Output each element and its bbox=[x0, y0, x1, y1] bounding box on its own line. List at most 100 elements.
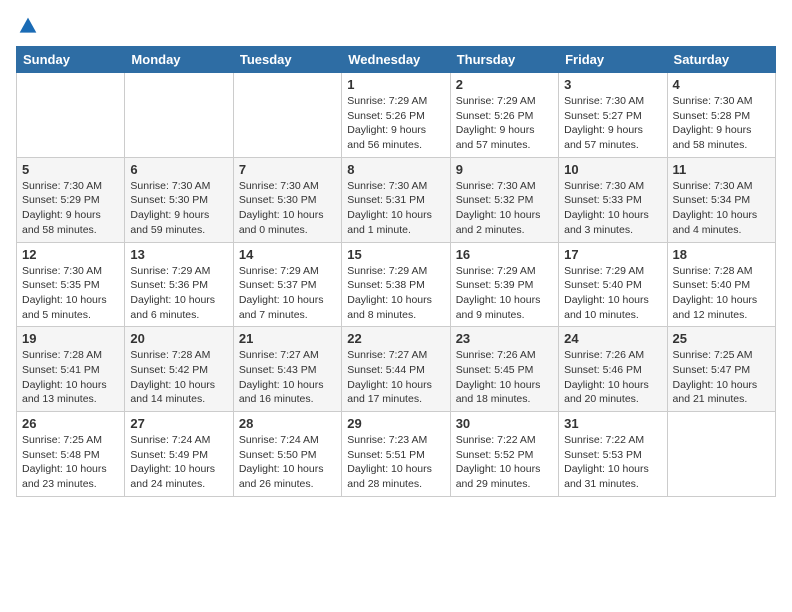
calendar-cell: 8 Sunrise: 7:30 AM Sunset: 5:31 PM Daylig… bbox=[342, 157, 450, 242]
calendar-cell: 19 Sunrise: 7:28 AM Sunset: 5:41 PM Dayli… bbox=[17, 327, 125, 412]
day-number: 20 bbox=[130, 331, 227, 346]
day-info: Sunrise: 7:29 AM Sunset: 5:39 PM Dayligh… bbox=[456, 264, 553, 323]
day-number: 15 bbox=[347, 247, 444, 262]
day-number: 13 bbox=[130, 247, 227, 262]
weekday-header-row: SundayMondayTuesdayWednesdayThursdayFrid… bbox=[17, 47, 776, 73]
day-info: Sunrise: 7:30 AM Sunset: 5:27 PM Dayligh… bbox=[564, 94, 661, 153]
day-info: Sunrise: 7:29 AM Sunset: 5:36 PM Dayligh… bbox=[130, 264, 227, 323]
day-info: Sunrise: 7:27 AM Sunset: 5:43 PM Dayligh… bbox=[239, 348, 336, 407]
calendar-cell: 23 Sunrise: 7:26 AM Sunset: 5:45 PM Dayli… bbox=[450, 327, 558, 412]
day-info: Sunrise: 7:28 AM Sunset: 5:40 PM Dayligh… bbox=[673, 264, 770, 323]
day-info: Sunrise: 7:26 AM Sunset: 5:45 PM Dayligh… bbox=[456, 348, 553, 407]
day-number: 19 bbox=[22, 331, 119, 346]
day-info: Sunrise: 7:29 AM Sunset: 5:38 PM Dayligh… bbox=[347, 264, 444, 323]
calendar-cell: 18Sunrise: 7:28 AM Sunset: 5:40 PM Dayli… bbox=[667, 242, 775, 327]
day-number: 12 bbox=[22, 247, 119, 262]
day-info: Sunrise: 7:29 AM Sunset: 5:40 PM Dayligh… bbox=[564, 264, 661, 323]
calendar-cell: 16 Sunrise: 7:29 AM Sunset: 5:39 PM Dayli… bbox=[450, 242, 558, 327]
calendar-cell: 20 Sunrise: 7:28 AM Sunset: 5:42 PM Dayli… bbox=[125, 327, 233, 412]
week-row-2: 12 Sunrise: 7:30 AM Sunset: 5:35 PM Dayli… bbox=[17, 242, 776, 327]
calendar-cell: 10 Sunrise: 7:30 AM Sunset: 5:33 PM Dayli… bbox=[559, 157, 667, 242]
weekday-monday: Monday bbox=[125, 47, 233, 73]
day-number: 1 bbox=[347, 77, 444, 92]
day-info: Sunrise: 7:22 AM Sunset: 5:52 PM Dayligh… bbox=[456, 433, 553, 492]
day-info: Sunrise: 7:23 AM Sunset: 5:51 PM Dayligh… bbox=[347, 433, 444, 492]
day-info: Sunrise: 7:29 AM Sunset: 5:37 PM Dayligh… bbox=[239, 264, 336, 323]
day-number: 30 bbox=[456, 416, 553, 431]
calendar-cell: 3 Sunrise: 7:30 AM Sunset: 5:27 PM Daylig… bbox=[559, 73, 667, 158]
day-info: Sunrise: 7:26 AM Sunset: 5:46 PM Dayligh… bbox=[564, 348, 661, 407]
day-number: 7 bbox=[239, 162, 336, 177]
weekday-friday: Friday bbox=[559, 47, 667, 73]
day-number: 14 bbox=[239, 247, 336, 262]
calendar-cell: 5 Sunrise: 7:30 AM Sunset: 5:29 PM Daylig… bbox=[17, 157, 125, 242]
day-info: Sunrise: 7:25 AM Sunset: 5:47 PM Dayligh… bbox=[673, 348, 770, 407]
weekday-tuesday: Tuesday bbox=[233, 47, 341, 73]
day-info: Sunrise: 7:30 AM Sunset: 5:35 PM Dayligh… bbox=[22, 264, 119, 323]
day-number: 4 bbox=[673, 77, 770, 92]
calendar-cell: 22Sunrise: 7:27 AM Sunset: 5:44 PM Dayli… bbox=[342, 327, 450, 412]
calendar-cell: 29 Sunrise: 7:23 AM Sunset: 5:51 PM Dayli… bbox=[342, 412, 450, 497]
logo-icon bbox=[18, 16, 38, 36]
calendar-cell: 25 Sunrise: 7:25 AM Sunset: 5:47 PM Dayli… bbox=[667, 327, 775, 412]
day-info: Sunrise: 7:30 AM Sunset: 5:34 PM Dayligh… bbox=[673, 179, 770, 238]
day-number: 24 bbox=[564, 331, 661, 346]
day-info: Sunrise: 7:30 AM Sunset: 5:29 PM Dayligh… bbox=[22, 179, 119, 238]
day-info: Sunrise: 7:30 AM Sunset: 5:33 PM Dayligh… bbox=[564, 179, 661, 238]
calendar-table: SundayMondayTuesdayWednesdayThursdayFrid… bbox=[16, 46, 776, 497]
week-row-1: 5 Sunrise: 7:30 AM Sunset: 5:29 PM Daylig… bbox=[17, 157, 776, 242]
weekday-sunday: Sunday bbox=[17, 47, 125, 73]
day-info: Sunrise: 7:29 AM Sunset: 5:26 PM Dayligh… bbox=[347, 94, 444, 153]
calendar-cell: 31 Sunrise: 7:22 AM Sunset: 5:53 PM Dayli… bbox=[559, 412, 667, 497]
day-number: 16 bbox=[456, 247, 553, 262]
day-number: 6 bbox=[130, 162, 227, 177]
day-number: 5 bbox=[22, 162, 119, 177]
day-info: Sunrise: 7:30 AM Sunset: 5:31 PM Dayligh… bbox=[347, 179, 444, 238]
calendar-cell: 21Sunrise: 7:27 AM Sunset: 5:43 PM Dayli… bbox=[233, 327, 341, 412]
calendar-cell: 6 Sunrise: 7:30 AM Sunset: 5:30 PM Daylig… bbox=[125, 157, 233, 242]
weekday-thursday: Thursday bbox=[450, 47, 558, 73]
calendar-cell: 1 Sunrise: 7:29 AM Sunset: 5:26 PM Daylig… bbox=[342, 73, 450, 158]
day-info: Sunrise: 7:28 AM Sunset: 5:42 PM Dayligh… bbox=[130, 348, 227, 407]
calendar-cell: 7 Sunrise: 7:30 AM Sunset: 5:30 PM Daylig… bbox=[233, 157, 341, 242]
calendar-cell: 30 Sunrise: 7:22 AM Sunset: 5:52 PM Dayli… bbox=[450, 412, 558, 497]
week-row-0: 1 Sunrise: 7:29 AM Sunset: 5:26 PM Daylig… bbox=[17, 73, 776, 158]
day-number: 23 bbox=[456, 331, 553, 346]
day-number: 2 bbox=[456, 77, 553, 92]
header bbox=[16, 16, 776, 36]
day-number: 29 bbox=[347, 416, 444, 431]
day-number: 22 bbox=[347, 331, 444, 346]
day-info: Sunrise: 7:29 AM Sunset: 5:26 PM Dayligh… bbox=[456, 94, 553, 153]
calendar-cell: 4 Sunrise: 7:30 AM Sunset: 5:28 PM Daylig… bbox=[667, 73, 775, 158]
weekday-wednesday: Wednesday bbox=[342, 47, 450, 73]
day-number: 3 bbox=[564, 77, 661, 92]
calendar-cell: 9Sunrise: 7:30 AM Sunset: 5:32 PM Daylig… bbox=[450, 157, 558, 242]
calendar-cell: 13 Sunrise: 7:29 AM Sunset: 5:36 PM Dayli… bbox=[125, 242, 233, 327]
calendar-cell: 26Sunrise: 7:25 AM Sunset: 5:48 PM Dayli… bbox=[17, 412, 125, 497]
calendar-cell: 14 Sunrise: 7:29 AM Sunset: 5:37 PM Dayli… bbox=[233, 242, 341, 327]
day-number: 8 bbox=[347, 162, 444, 177]
calendar-cell bbox=[667, 412, 775, 497]
logo-text bbox=[16, 16, 38, 36]
day-info: Sunrise: 7:30 AM Sunset: 5:30 PM Dayligh… bbox=[130, 179, 227, 238]
day-info: Sunrise: 7:22 AM Sunset: 5:53 PM Dayligh… bbox=[564, 433, 661, 492]
day-info: Sunrise: 7:30 AM Sunset: 5:28 PM Dayligh… bbox=[673, 94, 770, 153]
day-info: Sunrise: 7:24 AM Sunset: 5:49 PM Dayligh… bbox=[130, 433, 227, 492]
day-number: 31 bbox=[564, 416, 661, 431]
calendar-cell: 11 Sunrise: 7:30 AM Sunset: 5:34 PM Dayli… bbox=[667, 157, 775, 242]
day-number: 17 bbox=[564, 247, 661, 262]
day-info: Sunrise: 7:24 AM Sunset: 5:50 PM Dayligh… bbox=[239, 433, 336, 492]
day-number: 10 bbox=[564, 162, 661, 177]
calendar-cell bbox=[233, 73, 341, 158]
week-row-3: 19 Sunrise: 7:28 AM Sunset: 5:41 PM Dayli… bbox=[17, 327, 776, 412]
day-info: Sunrise: 7:28 AM Sunset: 5:41 PM Dayligh… bbox=[22, 348, 119, 407]
weekday-saturday: Saturday bbox=[667, 47, 775, 73]
day-info: Sunrise: 7:30 AM Sunset: 5:30 PM Dayligh… bbox=[239, 179, 336, 238]
week-row-4: 26Sunrise: 7:25 AM Sunset: 5:48 PM Dayli… bbox=[17, 412, 776, 497]
day-info: Sunrise: 7:30 AM Sunset: 5:32 PM Dayligh… bbox=[456, 179, 553, 238]
day-number: 25 bbox=[673, 331, 770, 346]
day-info: Sunrise: 7:25 AM Sunset: 5:48 PM Dayligh… bbox=[22, 433, 119, 492]
calendar-cell: 17 Sunrise: 7:29 AM Sunset: 5:40 PM Dayli… bbox=[559, 242, 667, 327]
calendar-cell: 28Sunrise: 7:24 AM Sunset: 5:50 PM Dayli… bbox=[233, 412, 341, 497]
day-number: 11 bbox=[673, 162, 770, 177]
